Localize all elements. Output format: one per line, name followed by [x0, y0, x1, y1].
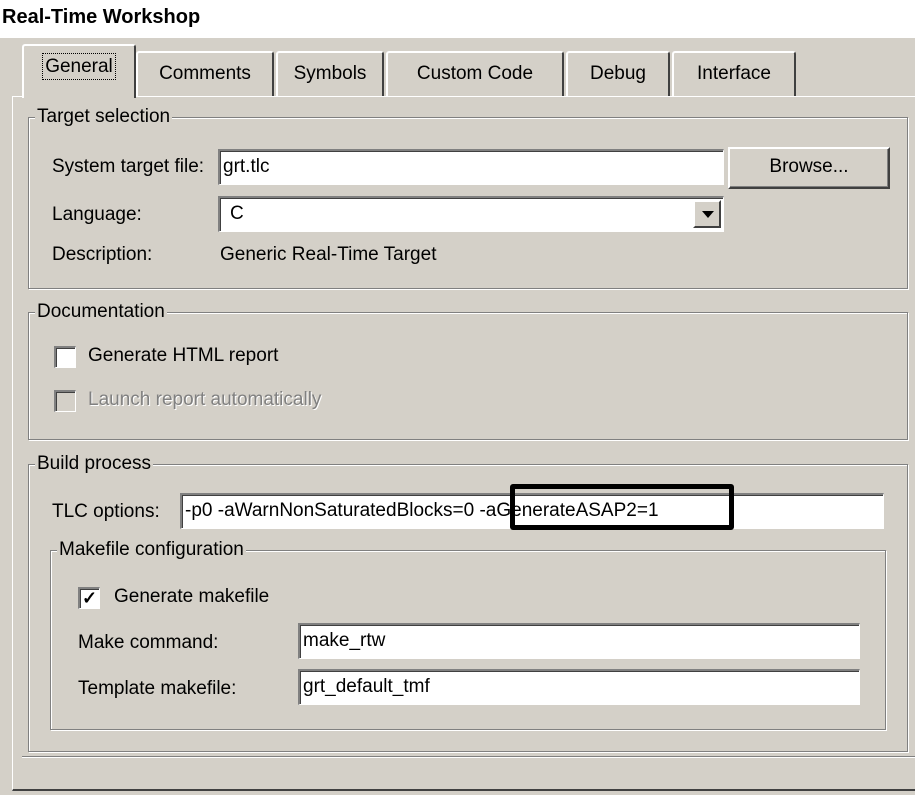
- make-command-input[interactable]: make_rtw: [298, 623, 860, 659]
- browse-button[interactable]: Browse...: [728, 147, 890, 189]
- system-target-file-input[interactable]: grt.tlc: [218, 149, 724, 185]
- language-select[interactable]: C: [218, 196, 724, 232]
- tab-label: Symbols: [293, 63, 367, 84]
- tab-label: Interface: [697, 63, 771, 84]
- language-label: Language:: [52, 204, 142, 225]
- group-legend: Target selection: [35, 105, 173, 129]
- generate-html-report-checkbox[interactable]: [54, 346, 76, 368]
- template-makefile-input[interactable]: grt_default_tmf: [298, 669, 860, 705]
- chevron-down-icon[interactable]: [693, 200, 721, 228]
- launch-report-checkbox[interactable]: [54, 390, 76, 412]
- group-legend: Makefile configuration: [57, 538, 246, 562]
- group-legend: Documentation: [35, 300, 167, 324]
- launch-report-label: Launch report automatically: [88, 389, 322, 410]
- tlc-options-input[interactable]: -p0 -aWarnNonSaturatedBlocks=0 -aGenerat…: [180, 493, 884, 529]
- tab-label: Custom Code: [416, 63, 534, 84]
- tab-general[interactable]: General: [22, 44, 136, 98]
- template-makefile-label: Template makefile:: [78, 678, 237, 699]
- description-label: Description:: [52, 244, 153, 265]
- generate-html-report-label: Generate HTML report: [88, 345, 279, 366]
- checkmark-icon: ✓: [81, 588, 98, 608]
- tlc-options-label: TLC options:: [52, 501, 160, 522]
- group-legend: Build process: [35, 452, 154, 476]
- tab-label: Debug: [590, 63, 646, 84]
- generate-makefile-label: Generate makefile: [114, 586, 270, 607]
- tab-symbols[interactable]: Symbols: [276, 51, 384, 97]
- tab-custom-code[interactable]: Custom Code: [386, 51, 564, 97]
- tab-comments[interactable]: Comments: [136, 51, 274, 97]
- documentation-group: Documentation: [28, 300, 908, 440]
- tab-label: General: [42, 53, 116, 80]
- divider: [22, 756, 915, 757]
- tab-interface[interactable]: Interface: [672, 51, 796, 97]
- language-selected-value: C: [230, 203, 244, 224]
- tab-label: Comments: [159, 63, 251, 84]
- system-target-file-label: System target file:: [52, 156, 205, 177]
- tab-debug[interactable]: Debug: [566, 51, 670, 97]
- window-title: Real-Time Workshop: [2, 6, 201, 28]
- make-command-label: Make command:: [78, 632, 219, 653]
- generate-makefile-checkbox[interactable]: ✓: [78, 587, 100, 609]
- description-value: Generic Real-Time Target: [220, 244, 437, 265]
